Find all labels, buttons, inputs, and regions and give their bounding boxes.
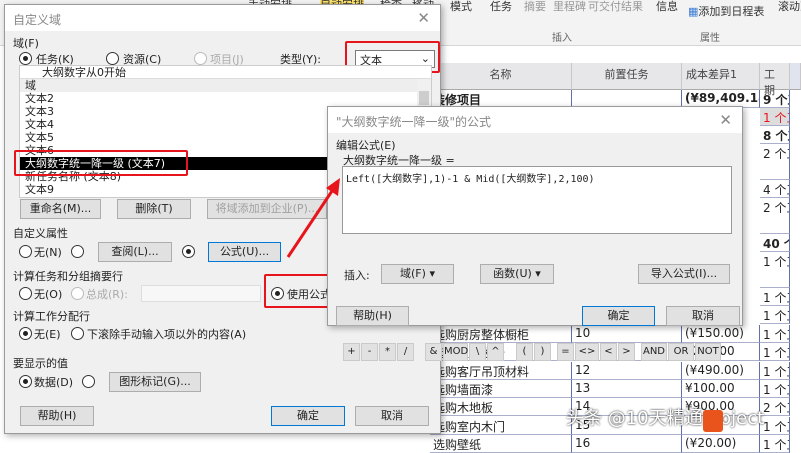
row-cost[interactable]: (¥20.00) — [682, 434, 760, 453]
annotation-arrow — [286, 178, 340, 258]
row-name[interactable]: 选购壁纸 — [430, 434, 572, 453]
watermark-text: 头条 @10天精通Project — [566, 408, 765, 429]
row-pred[interactable]: 16 — [572, 434, 682, 453]
row-dur[interactable]: 1 个工 — [760, 434, 790, 453]
office-logo-icon — [703, 410, 723, 432]
